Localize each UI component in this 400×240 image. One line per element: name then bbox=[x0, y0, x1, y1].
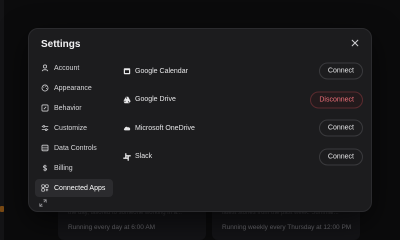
settings-modal: Settings Account Appearance Behavior Cus… bbox=[28, 28, 372, 212]
nav-item-label: Behavior bbox=[54, 104, 82, 112]
connected-apps-list: Google Calendar Connect Google Drive Dis… bbox=[123, 57, 363, 171]
app-row: Slack Connect bbox=[123, 143, 363, 172]
database-icon bbox=[41, 144, 49, 152]
dollar-icon bbox=[42, 164, 48, 172]
app-row: Google Calendar Connect bbox=[123, 57, 363, 86]
cloud-icon bbox=[123, 124, 131, 132]
connect-button[interactable]: Connect bbox=[318, 148, 363, 166]
connect-button[interactable]: Connect bbox=[318, 62, 363, 80]
apps-icon bbox=[41, 184, 49, 192]
nav-item-data-controls[interactable]: Data Controls bbox=[35, 139, 113, 157]
connect-button[interactable]: Connect bbox=[318, 119, 363, 137]
modal-title: Settings bbox=[41, 39, 81, 50]
nav-item-label: Account bbox=[54, 64, 80, 72]
nav-item-label: Billing bbox=[54, 164, 73, 172]
nav-item-behavior[interactable]: Behavior bbox=[35, 99, 113, 117]
nav-item-customize[interactable]: Customize bbox=[35, 119, 113, 137]
nav-item-label: Appearance bbox=[54, 84, 92, 92]
nav-item-account[interactable]: Account bbox=[35, 59, 113, 77]
app-name: Google Drive bbox=[135, 96, 176, 104]
disconnect-button[interactable]: Disconnect bbox=[310, 91, 363, 109]
nav-item-billing[interactable]: Billing bbox=[35, 159, 113, 177]
user-icon bbox=[41, 64, 49, 72]
app-name: Google Calendar bbox=[135, 67, 188, 75]
calendar-icon bbox=[123, 67, 131, 75]
background-sidebar-edge bbox=[0, 0, 4, 240]
app-name: Slack bbox=[135, 153, 153, 161]
behavior-icon bbox=[41, 104, 49, 112]
palette-icon bbox=[41, 84, 49, 92]
close-button[interactable] bbox=[349, 37, 361, 49]
nav-item-connected-apps[interactable]: Connected Apps bbox=[35, 179, 113, 197]
drive-icon bbox=[123, 96, 131, 104]
task-schedule: Running every day at 6:00 AM bbox=[68, 224, 156, 231]
nav-item-label: Customize bbox=[54, 124, 88, 132]
nav-item-label: Connected Apps bbox=[54, 184, 106, 192]
expand-icon[interactable] bbox=[39, 199, 47, 207]
settings-nav: Account Appearance Behavior Customize Da… bbox=[35, 59, 113, 199]
app-row: Microsoft OneDrive Connect bbox=[123, 114, 363, 143]
nav-item-label: Data Controls bbox=[54, 144, 97, 152]
close-icon bbox=[351, 39, 359, 47]
background-indicator bbox=[0, 206, 4, 212]
task-schedule: Running weekly every Thursday at 12:00 P… bbox=[222, 224, 352, 231]
slack-icon bbox=[123, 152, 131, 161]
app-name: Microsoft OneDrive bbox=[135, 124, 195, 132]
nav-item-appearance[interactable]: Appearance bbox=[35, 79, 113, 97]
sliders-icon bbox=[41, 125, 49, 131]
app-row: Google Drive Disconnect bbox=[123, 86, 363, 115]
